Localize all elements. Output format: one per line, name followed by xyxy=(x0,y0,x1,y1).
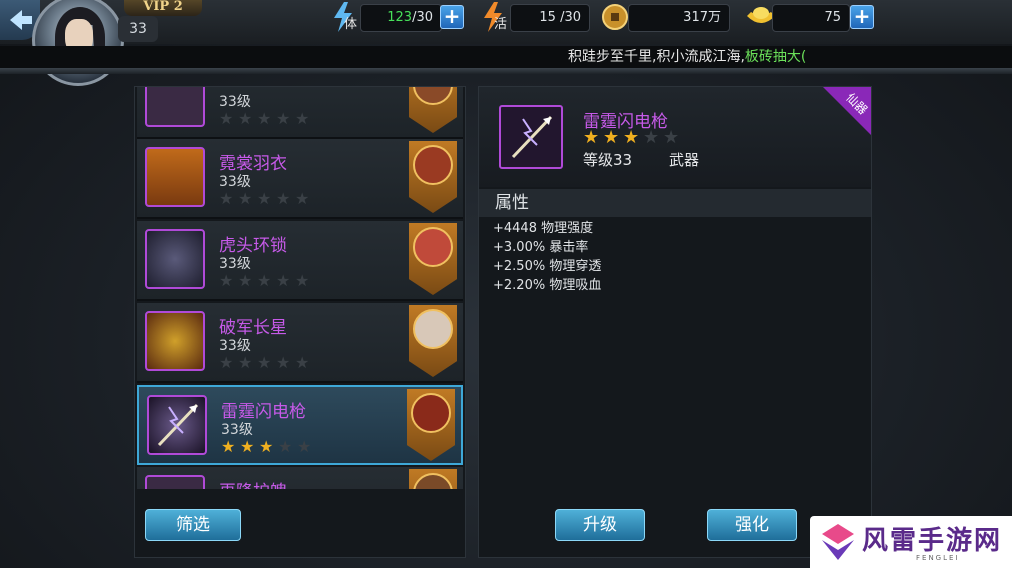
star-icon: ★ xyxy=(276,189,291,208)
equipment-detail-panel: 雷霆闪电枪 ★ ★ ★ ★ ★ 等级33 武器 仙器 属性 +4448 物理强度 +3.… xyxy=(478,86,872,558)
attribute-line: +2.20% 物理吸血 xyxy=(493,278,602,293)
list-item[interactable]: 33级 ★ ★ ★ ★ ★ xyxy=(137,87,463,139)
star-icon: ★ xyxy=(276,109,291,128)
star-icon: ★ xyxy=(219,353,234,372)
star-icon: ★ xyxy=(295,189,310,208)
vitality-label: 活 xyxy=(494,17,508,32)
add-stamina-button[interactable]: + xyxy=(440,5,464,29)
back-arrow-icon xyxy=(10,10,32,30)
watermark-subtext: FENGLEI xyxy=(916,554,960,562)
star-icon: ★ xyxy=(623,127,640,148)
star-icon: ★ xyxy=(257,189,272,208)
equipment-list-panel: 33级 ★ ★ ★ ★ ★ 霓裳羽衣 33级 ★ ★ ★ ★ ★ 虎头环锁 33级 xyxy=(134,86,466,558)
star-icon: ★ xyxy=(257,109,272,128)
star-icon: ★ xyxy=(278,437,293,456)
equipment-list[interactable]: 33级 ★ ★ ★ ★ ★ 霓裳羽衣 33级 ★ ★ ★ ★ ★ 虎头环锁 33级 xyxy=(135,87,467,489)
star-icon: ★ xyxy=(238,189,253,208)
star-icon: ★ xyxy=(219,189,234,208)
upgrade-button[interactable]: 升级 xyxy=(555,509,645,541)
enhance-button[interactable]: 强化 xyxy=(707,509,797,541)
hero-portrait-badge xyxy=(409,223,457,295)
star-icon: ★ xyxy=(259,437,274,456)
detail-header: 雷霆闪电枪 ★ ★ ★ ★ ★ 等级33 武器 仙器 xyxy=(479,87,871,187)
vitality-value: 15 /30 xyxy=(510,4,590,32)
coin-icon xyxy=(598,0,632,34)
equipment-icon xyxy=(145,475,205,489)
item-level: 33级 xyxy=(219,94,251,110)
star-icon: ★ xyxy=(276,271,291,290)
gold-value: 75 xyxy=(772,4,850,32)
equipment-stars: ★ ★ ★ ★ ★ xyxy=(583,129,681,147)
item-stars: ★ ★ ★ ★ ★ xyxy=(221,439,313,455)
star-icon: ★ xyxy=(238,109,253,128)
star-icon: ★ xyxy=(583,127,600,148)
hero-portrait-badge xyxy=(407,389,455,461)
vip-badge[interactable]: VIP 2 xyxy=(124,0,202,16)
star-icon: ★ xyxy=(238,353,253,372)
star-icon: ★ xyxy=(295,109,310,128)
item-stars: ★ ★ ★ ★ ★ xyxy=(219,273,311,289)
item-stars: ★ ★ ★ ★ ★ xyxy=(219,355,311,371)
attribute-line: +2.50% 物理穿透 xyxy=(493,259,602,274)
equipment-icon xyxy=(145,87,205,127)
stamina-label: 体 xyxy=(344,17,358,32)
fenglei-logo-icon xyxy=(822,524,854,560)
star-icon: ★ xyxy=(297,437,312,456)
star-icon: ★ xyxy=(643,127,660,148)
watermark-text: 风雷手游网 xyxy=(862,526,1003,556)
item-stars: ★ ★ ★ ★ ★ xyxy=(219,111,311,127)
announcement-marquee: 积跬步至千里,积小流成江海,板砖抽大( xyxy=(0,46,1012,68)
item-level: 33级 xyxy=(219,256,251,272)
star-icon: ★ xyxy=(295,271,310,290)
attribute-line: +4448 物理强度 xyxy=(493,221,594,236)
attributes-list: +4448 物理强度 +3.00% 暴击率 +2.50% 物理穿透 +2.20%… xyxy=(493,219,601,295)
star-icon: ★ xyxy=(219,109,234,128)
star-icon: ★ xyxy=(257,353,272,372)
attributes-title: 属性 xyxy=(479,189,871,217)
hero-portrait-badge xyxy=(409,141,457,213)
hero-portrait-badge xyxy=(409,469,457,489)
lightning-spear-icon xyxy=(511,115,553,159)
site-watermark: 风雷手游网 FENGLEI xyxy=(810,516,1012,568)
header-divider xyxy=(0,68,1012,74)
lightning-spear-icon xyxy=(157,403,199,447)
star-icon: ★ xyxy=(276,353,291,372)
item-stars: ★ ★ ★ ★ ★ xyxy=(219,191,311,207)
list-item[interactable]: 破军长星 33级 ★ ★ ★ ★ ★ xyxy=(137,303,463,383)
robe-icon xyxy=(145,147,205,207)
player-level: 33 xyxy=(118,16,158,42)
armor-icon xyxy=(145,229,205,289)
spear-icon xyxy=(499,105,563,169)
star-icon: ★ xyxy=(295,353,310,372)
star-icon: ★ xyxy=(240,437,255,456)
game-screen: VIP 2 33 体 123/30 + 活 15 /30 317万 75 + 积… xyxy=(0,0,1012,568)
item-name: 再降护魄 xyxy=(219,477,287,489)
list-item-selected[interactable]: 雷霆闪电枪 33级 ★ ★ ★ ★ ★ xyxy=(137,385,463,465)
item-level: 33级 xyxy=(219,174,251,190)
star-icon: ★ xyxy=(238,271,253,290)
star-icon: ★ xyxy=(257,271,272,290)
add-gold-button[interactable]: + xyxy=(850,5,874,29)
star-icon: ★ xyxy=(219,271,234,290)
mace-icon xyxy=(145,311,205,371)
stamina-value: 123/30 xyxy=(360,4,442,32)
hero-portrait-badge xyxy=(409,305,457,377)
hero-portrait-badge xyxy=(409,87,457,133)
star-icon: ★ xyxy=(221,437,236,456)
attribute-line: +3.00% 暴击率 xyxy=(493,240,589,255)
spear-icon xyxy=(147,395,207,455)
list-item[interactable]: 虎头环锁 33级 ★ ★ ★ ★ ★ xyxy=(137,221,463,301)
list-item[interactable]: 霓裳羽衣 33级 ★ ★ ★ ★ ★ xyxy=(137,139,463,219)
equipment-type: 武器 xyxy=(669,151,700,169)
item-level: 33级 xyxy=(221,422,253,438)
coins-value: 317万 xyxy=(628,4,730,32)
star-icon: ★ xyxy=(603,127,620,148)
item-level: 33级 xyxy=(219,338,251,354)
filter-button[interactable]: 筛选 xyxy=(145,509,241,541)
list-item[interactable]: 再降护魄 xyxy=(137,467,463,489)
star-icon: ★ xyxy=(663,127,680,148)
equipment-level: 等级33 xyxy=(583,151,633,169)
